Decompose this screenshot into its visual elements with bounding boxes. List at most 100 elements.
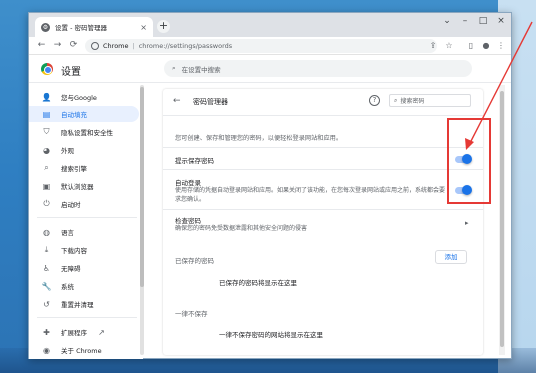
- back-arrow-icon[interactable]: ←: [173, 96, 181, 106]
- sidebar-item-label: 关于 Chrome: [61, 347, 102, 355]
- tab-strip: ⚙ 设置 - 密码管理器 × + ⌄ – □ ×: [29, 13, 511, 37]
- sidebar-item-on-startup[interactable]: ⏻ 启动时: [29, 196, 139, 212]
- sidebar-item-default-browser[interactable]: ▣ 默认浏览器: [29, 178, 139, 194]
- help-icon[interactable]: ?: [369, 95, 380, 106]
- chrome-icon: ◉: [43, 345, 50, 355]
- puzzle-icon: ✚: [43, 327, 50, 337]
- reset-icon: ↺: [43, 299, 50, 309]
- page-scroll-thumb[interactable]: [500, 91, 504, 347]
- minimize-button[interactable]: –: [459, 16, 471, 26]
- check-passwords-description: 确保您的密码免受数据泄露和其他安全问题的侵害: [175, 225, 308, 232]
- sidebar-item-reset[interactable]: ↺ 重置并清理: [29, 296, 139, 312]
- url-text[interactable]: chrome://settings/passwords: [139, 42, 232, 50]
- sidebar-item-label: 重置并清理: [61, 301, 94, 309]
- wrench-icon: 🔧: [41, 281, 52, 291]
- url-separator: |: [132, 42, 135, 50]
- annotation-highlight-box: [447, 118, 491, 204]
- divider: [163, 169, 483, 170]
- forward-button[interactable]: →: [51, 39, 64, 52]
- sidebar-divider: [37, 317, 137, 318]
- sidebar-item-label: 隐私设置和安全性: [61, 129, 113, 137]
- settings-header: 设置 ⌕ 在设置中搜索: [29, 55, 511, 83]
- sidebar-item-label: 下载内容: [61, 247, 87, 255]
- divider: [163, 209, 483, 210]
- reload-button[interactable]: ⟳: [67, 39, 80, 52]
- tab-search-icon[interactable]: ⌄: [441, 16, 453, 26]
- sidebar-item-label: 搜索引擎: [61, 165, 87, 173]
- address-bar[interactable]: Chrome | chrome://settings/passwords: [85, 39, 437, 53]
- sidebar-divider: [37, 217, 137, 218]
- saved-passwords-empty: 已保存的密码将显示在这里: [219, 279, 297, 287]
- divider: [163, 147, 483, 148]
- password-search-input[interactable]: ⌕ 搜索密码: [389, 94, 471, 107]
- sidebar-item-you-and-google[interactable]: 👤 您与Google: [29, 89, 139, 105]
- chrome-site-icon: [91, 42, 99, 50]
- password-manager-card: ← 密码管理器 ? ⌕ 搜索密码 您可创建、保存和管理您的密码，以便轻松登录网站…: [163, 89, 483, 355]
- download-icon: ⤓: [44, 245, 49, 254]
- back-button[interactable]: ←: [35, 39, 48, 52]
- star-icon[interactable]: ☆: [443, 40, 455, 52]
- maximize-button[interactable]: □: [477, 16, 489, 26]
- saved-passwords-title: 已保存的密码: [175, 257, 214, 265]
- add-password-button[interactable]: 添加: [435, 250, 467, 264]
- profile-icon[interactable]: ●: [480, 40, 492, 52]
- sidebar-item-label: 语言: [61, 229, 74, 237]
- autofill-icon: ▤: [42, 109, 51, 119]
- search-icon: ⌕: [394, 96, 398, 104]
- sidebar-item-label: 扩展程序: [61, 329, 87, 337]
- auto-signin-description: 使用存储的凭据自动登录网站和应用。如果关闭了该功能，在您每次登录网站或应用之前，…: [175, 187, 446, 203]
- tab-settings[interactable]: ⚙ 设置 - 密码管理器 ×: [35, 17, 153, 37]
- browser-toolbar: ← → ⟳ Chrome | chrome://settings/passwor…: [29, 37, 511, 55]
- sidebar-item-label: 无障碍: [61, 265, 81, 273]
- tab-close-icon[interactable]: ×: [140, 23, 147, 32]
- sidebar-item-label: 外观: [61, 147, 74, 155]
- site-name: Chrome: [103, 42, 129, 50]
- settings-gear-icon: ⚙: [41, 22, 50, 32]
- sidebar-item-label: 您与Google: [61, 94, 97, 102]
- search-icon: ⌕: [172, 64, 176, 72]
- shield-icon: ⛉: [43, 127, 50, 136]
- sidebar-item-label: 系统: [61, 283, 74, 291]
- sidebar-item-label: 默认浏览器: [61, 183, 94, 191]
- password-manager-title: 密码管理器: [193, 98, 228, 106]
- page-title: 设置: [61, 67, 81, 78]
- share-icon[interactable]: ⇪: [427, 40, 439, 52]
- sidebar-item-about[interactable]: ◉ 关于 Chrome: [29, 342, 139, 358]
- search-icon: ⌕: [44, 163, 49, 172]
- sidebar-item-label: 自动填充: [61, 111, 87, 119]
- sidebar-item-label: 启动时: [61, 201, 81, 209]
- browser-window: ⚙ 设置 - 密码管理器 × + ⌄ – □ × ← → ⟳ Chrome | …: [28, 12, 512, 359]
- close-window-button[interactable]: ×: [495, 16, 507, 26]
- sidebar-item-autofill[interactable]: ▤ 自动填充: [29, 106, 139, 122]
- sidebar-item-downloads[interactable]: ⤓ 下载内容: [29, 242, 139, 258]
- sidebar-item-search-engine[interactable]: ⌕ 搜索引擎: [29, 160, 139, 176]
- accessibility-icon: ♿: [42, 263, 51, 273]
- tab-title: 设置 - 密码管理器: [55, 24, 107, 32]
- browser-icon: ▣: [42, 181, 51, 191]
- power-icon: ⏻: [43, 199, 50, 208]
- globe-icon: ◍: [43, 227, 50, 237]
- palette-icon: ◕: [43, 145, 50, 155]
- sidebar-item-accessibility[interactable]: ♿ 无障碍: [29, 260, 139, 276]
- settings-search-placeholder: 在设置中搜索: [181, 65, 221, 74]
- chevron-right-icon[interactable]: ▸: [465, 219, 469, 227]
- sidebar-item-privacy[interactable]: ⛉ 隐私设置和安全性: [29, 124, 139, 140]
- sidebar-item-extensions[interactable]: ✚ 扩展程序 ↗: [29, 324, 139, 340]
- sidebar-scroll-thumb[interactable]: [140, 87, 144, 287]
- menu-icon[interactable]: ⋮: [495, 40, 507, 52]
- sidebar-item-languages[interactable]: ◍ 语言: [29, 224, 139, 240]
- never-saved-empty: 一律不保存密码的网站将显示在这里: [219, 331, 323, 339]
- password-search-placeholder: 搜索密码: [400, 98, 425, 105]
- password-manager-description: 您可创建、保存和管理您的密码，以便轻松登录网站和应用。: [175, 135, 343, 142]
- offer-to-save-label: 提示保存密码: [175, 157, 214, 165]
- sidebar-item-appearance[interactable]: ◕ 外观: [29, 142, 139, 158]
- person-icon: 👤: [41, 92, 52, 102]
- settings-sidebar: 👤 您与Google ▤ 自动填充 ⛉ 隐私设置和安全性 ◕ 外观 ⌕ 搜索引擎…: [29, 83, 143, 359]
- new-tab-button[interactable]: +: [157, 20, 170, 33]
- sidebar-item-system[interactable]: 🔧 系统: [29, 278, 139, 294]
- sidepanel-icon[interactable]: ▯: [465, 40, 477, 52]
- external-link-icon: ↗: [98, 327, 105, 337]
- chrome-logo-icon: [41, 63, 53, 75]
- settings-search-input[interactable]: ⌕ 在设置中搜索: [164, 60, 472, 77]
- divider: [163, 115, 483, 116]
